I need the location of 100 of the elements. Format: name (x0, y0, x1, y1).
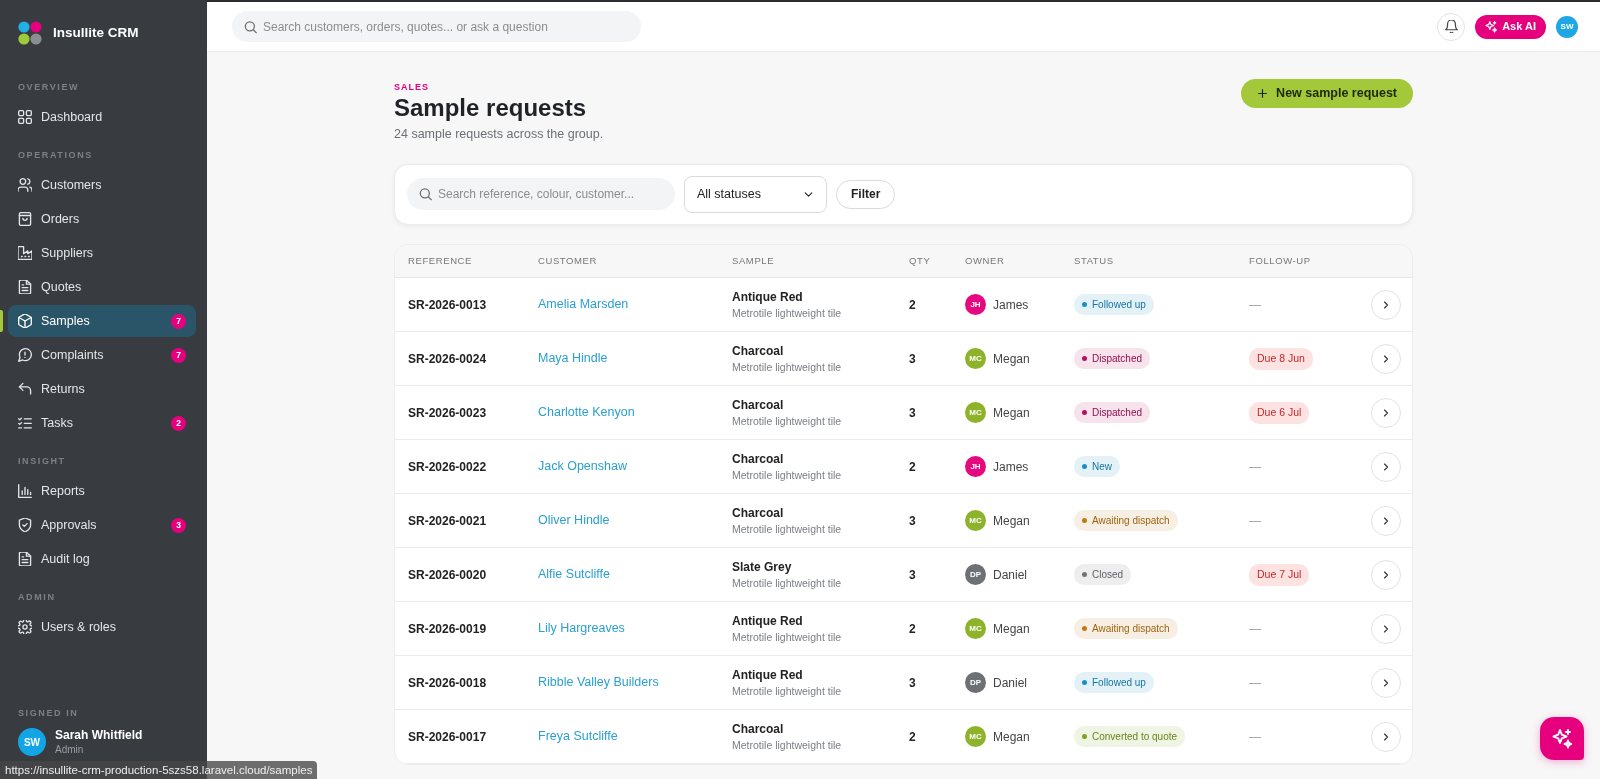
unread-count: 3 (171, 517, 186, 533)
sidebar-item[interactable]: Complaints 7 (8, 339, 196, 371)
quantity: 2 (909, 621, 916, 636)
sidebar-item[interactable]: Orders (8, 203, 196, 235)
open-request-button[interactable] (1371, 559, 1401, 590)
chat-bubble-icon (18, 348, 32, 362)
sidebar-item[interactable]: Users & roles (8, 611, 196, 643)
sample-colour: Charcoal (732, 342, 784, 359)
document-icon (18, 552, 32, 566)
sample-colour: Antique Red (732, 612, 803, 629)
sample-product: Metrotile lightweight tile (732, 467, 842, 483)
sample-product: Metrotile lightweight tile (732, 683, 842, 699)
bell-icon (1444, 20, 1458, 33)
quantity: 2 (909, 729, 916, 744)
open-request-button[interactable] (1371, 343, 1401, 374)
owner-avatar: DP (965, 564, 986, 586)
sample-colour: Charcoal (732, 396, 784, 413)
people-icon (18, 178, 32, 192)
bag-icon (18, 212, 32, 226)
chevron-right-icon (1381, 461, 1391, 472)
sidebar-item[interactable]: Quotes (8, 271, 196, 303)
open-request-button[interactable] (1371, 397, 1401, 428)
request-reference: SR-2026-0024 (408, 351, 487, 366)
unread-count: 2 (171, 415, 186, 431)
open-request-button[interactable] (1371, 667, 1401, 698)
owner-avatar: JH (965, 456, 986, 478)
request-reference: SR-2026-0019 (408, 621, 487, 636)
owner-name: James (993, 458, 1029, 476)
sample-colour: Charcoal (732, 450, 784, 467)
logo-icon (18, 21, 42, 45)
section-heading: OPERATIONS (17, 149, 93, 162)
sample-search-field[interactable]: Search reference, colour, customer... (407, 178, 675, 211)
status-text: Awaiting dispatch (1092, 514, 1170, 529)
undo-arrow-icon (18, 382, 32, 396)
open-request-button[interactable] (1371, 289, 1401, 320)
dashboard-grid-icon (18, 110, 32, 124)
sidebar-item[interactable]: Returns (8, 373, 196, 405)
shield-check-icon (18, 518, 32, 532)
owner-avatar: JH (965, 294, 986, 316)
notifications-button[interactable] (1437, 12, 1466, 41)
status-select[interactable]: All statuses (684, 175, 827, 213)
owner-name: Megan (993, 350, 1030, 368)
sample-product: Metrotile lightweight tile (732, 521, 842, 537)
owner-avatar: MC (965, 726, 986, 748)
new-sample-request-button[interactable]: New sample request (1241, 79, 1413, 108)
status-text: Followed up (1092, 298, 1146, 313)
unread-count: 7 (171, 313, 186, 329)
quantity: 2 (909, 297, 916, 312)
filter-button[interactable]: Filter (836, 179, 896, 209)
chevron-right-icon (1381, 677, 1391, 688)
sample-product: Metrotile lightweight tile (732, 737, 842, 753)
sidebar-item[interactable]: Audit log (8, 543, 196, 575)
plus-icon (1257, 88, 1269, 99)
owner-avatar: MC (965, 510, 986, 532)
checklist-icon (18, 416, 32, 430)
settings-icon (18, 620, 32, 634)
quantity: 3 (909, 351, 916, 366)
user-avatar: SW (18, 728, 46, 756)
user-name: Sarah Whitfield (55, 727, 143, 743)
owner-name: Megan (993, 728, 1030, 746)
search-icon (419, 187, 432, 201)
sidebar-item[interactable]: Suppliers (8, 237, 196, 269)
no-follow-up-dash: — (1249, 297, 1261, 312)
status-text: Awaiting dispatch (1092, 622, 1170, 637)
document-icon (18, 280, 32, 294)
owner-name: Daniel (993, 566, 1028, 584)
bar-chart-icon (18, 484, 32, 498)
section-heading: INSIGHT (17, 455, 66, 468)
sidebar-item[interactable]: Approvals 3 (8, 509, 196, 541)
global-search-field[interactable]: Search customers, orders, quotes... or ask a question (232, 11, 641, 42)
page-subtitle: 24 sample requests across the group. (394, 126, 604, 143)
follow-up-due-date: Due 8 Jun (1249, 347, 1313, 370)
owner-name: Megan (993, 620, 1030, 638)
sample-colour: Slate Grey (732, 558, 792, 575)
open-request-button[interactable] (1371, 505, 1401, 536)
ai-assistant-button[interactable] (1540, 717, 1584, 760)
request-reference: SR-2026-0023 (408, 405, 487, 420)
no-follow-up-dash: — (1249, 729, 1261, 744)
chevron-right-icon (1381, 623, 1391, 634)
chevron-right-icon (1381, 299, 1391, 310)
open-request-button[interactable] (1371, 721, 1401, 752)
open-request-button[interactable] (1371, 613, 1401, 644)
sample-product: Metrotile lightweight tile (732, 629, 842, 645)
owner-name: James (993, 296, 1029, 314)
sidebar-item[interactable]: Dashboard (8, 101, 196, 133)
status-text: Closed (1092, 568, 1124, 583)
chevron-right-icon (1381, 569, 1391, 580)
sidebar-item[interactable]: Customers (8, 169, 196, 201)
request-reference: SR-2026-0021 (408, 513, 487, 528)
request-reference: SR-2026-0020 (408, 567, 487, 582)
sidebar-item[interactable]: Reports (8, 475, 196, 507)
column-header: OWNER (965, 254, 1005, 266)
owner-avatar: MC (965, 618, 986, 640)
sample-colour: Charcoal (732, 504, 784, 521)
ask-ai-button[interactable]: Ask AI (1475, 14, 1546, 39)
quantity: 3 (909, 567, 916, 582)
sidebar-item[interactable]: Tasks 2 (8, 407, 196, 439)
open-request-button[interactable] (1371, 451, 1401, 482)
section-eyebrow: SALES (394, 81, 430, 93)
sample-colour: Antique Red (732, 288, 803, 305)
